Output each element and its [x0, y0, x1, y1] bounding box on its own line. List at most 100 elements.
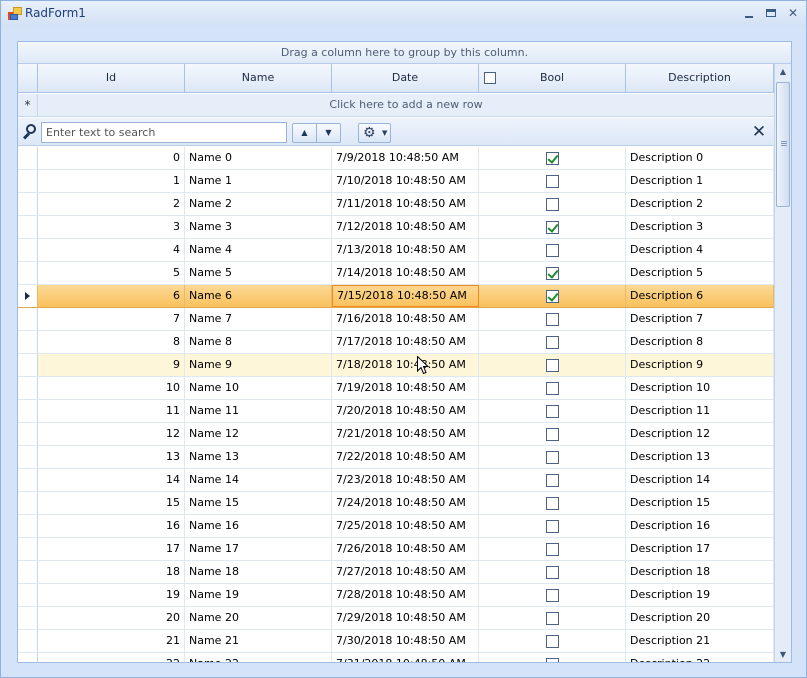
- group-panel[interactable]: Drag a column here to group by this colu…: [18, 42, 791, 64]
- cell-name[interactable]: Name 15: [185, 492, 332, 514]
- table-row[interactable]: 5 Name 5 7/14/2018 10:48:50 AM Description …: [18, 262, 774, 285]
- table-row[interactable]: 15 Name 15 7/24/2018 10:48:50 AM Descriptio…: [18, 492, 774, 515]
- bool-checkbox[interactable]: [546, 589, 559, 602]
- cell-bool[interactable]: [479, 515, 626, 537]
- cell-description[interactable]: Description 3: [626, 216, 774, 238]
- cell-id[interactable]: 3: [38, 216, 185, 238]
- cell-date[interactable]: 7/23/2018 10:48:50 AM: [332, 469, 479, 491]
- cell-name[interactable]: Name 5: [185, 262, 332, 284]
- cell-name[interactable]: Name 10: [185, 377, 332, 399]
- bool-checkbox[interactable]: [546, 221, 559, 234]
- cell-description[interactable]: Description 10: [626, 377, 774, 399]
- data-grid[interactable]: Drag a column here to group by this colu…: [17, 41, 792, 663]
- column-header-id[interactable]: Id: [38, 64, 185, 92]
- column-header-bool[interactable]: Bool: [479, 64, 626, 92]
- row-indicator[interactable]: [18, 446, 38, 468]
- cell-id[interactable]: 8: [38, 331, 185, 353]
- bool-checkbox[interactable]: [546, 198, 559, 211]
- bool-checkbox[interactable]: [546, 267, 559, 280]
- new-row[interactable]: * Click here to add a new row: [18, 94, 774, 117]
- cell-bool[interactable]: [479, 170, 626, 192]
- table-row[interactable]: 13 Name 13 7/22/2018 10:48:50 AM Descriptio…: [18, 446, 774, 469]
- cell-id[interactable]: 7: [38, 308, 185, 330]
- cell-description[interactable]: Description 19: [626, 584, 774, 606]
- table-row[interactable]: 0 Name 0 7/9/2018 10:48:50 AM Description 0: [18, 147, 774, 170]
- cell-id[interactable]: 14: [38, 469, 185, 491]
- cell-bool[interactable]: [479, 216, 626, 238]
- cell-date[interactable]: 7/21/2018 10:48:50 AM: [332, 423, 479, 445]
- cell-description[interactable]: Description 4: [626, 239, 774, 261]
- bool-checkbox[interactable]: [546, 612, 559, 625]
- cell-date[interactable]: 7/20/2018 10:48:50 AM: [332, 400, 479, 422]
- cell-name[interactable]: Name 4: [185, 239, 332, 261]
- bool-checkbox[interactable]: [546, 474, 559, 487]
- scroll-down-button[interactable]: ▼: [775, 647, 791, 662]
- cell-bool[interactable]: [479, 469, 626, 491]
- row-indicator[interactable]: [18, 400, 38, 422]
- cell-date[interactable]: 7/12/2018 10:48:50 AM: [332, 216, 479, 238]
- table-row[interactable]: 18 Name 18 7/27/2018 10:48:50 AM Descriptio…: [18, 561, 774, 584]
- cell-id[interactable]: 16: [38, 515, 185, 537]
- cell-date[interactable]: 7/14/2018 10:48:50 AM: [332, 262, 479, 284]
- cell-date[interactable]: 7/9/2018 10:48:50 AM: [332, 147, 479, 169]
- cell-date[interactable]: 7/27/2018 10:48:50 AM: [332, 561, 479, 583]
- cell-date[interactable]: 7/13/2018 10:48:50 AM: [332, 239, 479, 261]
- table-row[interactable]: 21 Name 21 7/30/2018 10:48:50 AM Descriptio…: [18, 630, 774, 653]
- cell-bool[interactable]: [479, 331, 626, 353]
- row-indicator[interactable]: [18, 377, 38, 399]
- row-indicator[interactable]: [18, 285, 38, 307]
- bool-checkbox[interactable]: [546, 658, 559, 662]
- table-row[interactable]: 6 Name 6 7/15/2018 10:48:50 AM Description …: [18, 285, 774, 308]
- maximize-button[interactable]: [760, 4, 782, 22]
- row-indicator[interactable]: [18, 469, 38, 491]
- cell-name[interactable]: Name 22: [185, 653, 332, 662]
- cell-date[interactable]: 7/31/2018 10:48:50 AM: [332, 653, 479, 662]
- cell-id[interactable]: 15: [38, 492, 185, 514]
- table-row[interactable]: 7 Name 7 7/16/2018 10:48:50 AM Description …: [18, 308, 774, 331]
- bool-checkbox[interactable]: [546, 244, 559, 257]
- cell-description[interactable]: Description 5: [626, 262, 774, 284]
- cell-bool[interactable]: [479, 561, 626, 583]
- cell-date[interactable]: 7/25/2018 10:48:50 AM: [332, 515, 479, 537]
- table-row[interactable]: 17 Name 17 7/26/2018 10:48:50 AM Descriptio…: [18, 538, 774, 561]
- cell-description[interactable]: Description 20: [626, 607, 774, 629]
- cell-name[interactable]: Name 11: [185, 400, 332, 422]
- cell-id[interactable]: 10: [38, 377, 185, 399]
- cell-id[interactable]: 20: [38, 607, 185, 629]
- cell-bool[interactable]: [479, 630, 626, 652]
- table-row[interactable]: 8 Name 8 7/17/2018 10:48:50 AM Description …: [18, 331, 774, 354]
- row-indicator[interactable]: [18, 308, 38, 330]
- cell-name[interactable]: Name 1: [185, 170, 332, 192]
- bool-checkbox[interactable]: [546, 382, 559, 395]
- cell-description[interactable]: Description 15: [626, 492, 774, 514]
- cell-date[interactable]: 7/10/2018 10:48:50 AM: [332, 170, 479, 192]
- row-indicator[interactable]: [18, 584, 38, 606]
- cell-description[interactable]: Description 21: [626, 630, 774, 652]
- cell-description[interactable]: Description 0: [626, 147, 774, 169]
- cell-id[interactable]: 9: [38, 354, 185, 376]
- table-row[interactable]: 19 Name 19 7/28/2018 10:48:50 AM Descriptio…: [18, 584, 774, 607]
- search-previous-button[interactable]: ▲: [292, 123, 317, 143]
- cell-name[interactable]: Name 3: [185, 216, 332, 238]
- header-select-all-checkbox[interactable]: [484, 72, 496, 84]
- cell-description[interactable]: Description 6: [626, 285, 774, 307]
- search-close-button[interactable]: ✕: [750, 122, 768, 142]
- search-options-button[interactable]: ⚙ ▼: [358, 123, 391, 143]
- cell-name[interactable]: Name 18: [185, 561, 332, 583]
- cell-date[interactable]: 7/24/2018 10:48:50 AM: [332, 492, 479, 514]
- cell-description[interactable]: Description 7: [626, 308, 774, 330]
- cell-id[interactable]: 0: [38, 147, 185, 169]
- row-indicator[interactable]: [18, 653, 38, 662]
- bool-checkbox[interactable]: [546, 405, 559, 418]
- table-row[interactable]: 22Name 227/31/2018 10:48:50 AM Descriptio…: [18, 653, 774, 662]
- cell-date[interactable]: 7/11/2018 10:48:50 AM: [332, 193, 479, 215]
- cell-id[interactable]: 21: [38, 630, 185, 652]
- row-indicator[interactable]: [18, 423, 38, 445]
- row-indicator[interactable]: [18, 239, 38, 261]
- cell-bool[interactable]: [479, 377, 626, 399]
- cell-bool[interactable]: [479, 193, 626, 215]
- cell-name[interactable]: Name 9: [185, 354, 332, 376]
- row-indicator[interactable]: [18, 331, 38, 353]
- table-row[interactable]: 4 Name 4 7/13/2018 10:48:50 AM Description …: [18, 239, 774, 262]
- cell-name[interactable]: Name 21: [185, 630, 332, 652]
